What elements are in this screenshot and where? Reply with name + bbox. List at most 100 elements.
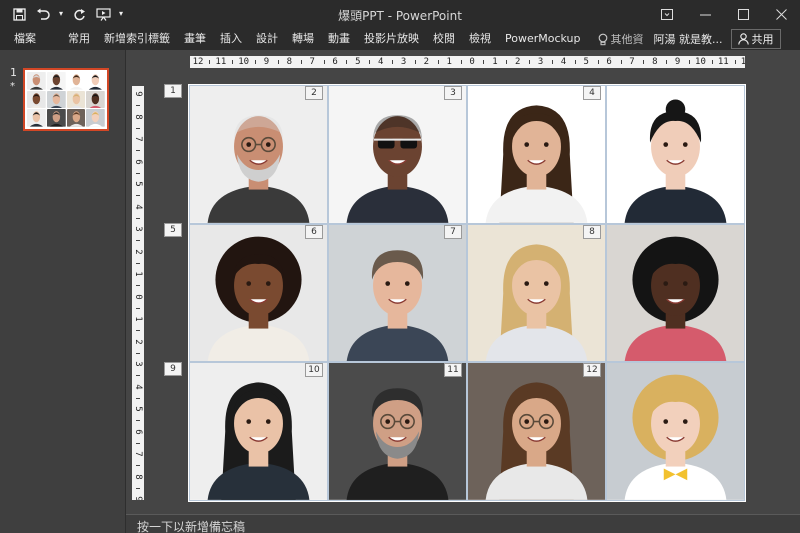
redo-icon[interactable] bbox=[68, 4, 90, 24]
ruler-mark: 12 bbox=[192, 57, 204, 67]
portrait-picture[interactable]: 3 bbox=[328, 85, 467, 224]
ruler-tick bbox=[620, 60, 622, 64]
tab-powermockup[interactable]: PowerMockup bbox=[498, 28, 588, 50]
slide-number: 1 bbox=[10, 66, 17, 79]
ruler-tick bbox=[136, 285, 140, 287]
share-button[interactable]: 共用 bbox=[730, 29, 781, 49]
ruler-mark: 9 bbox=[133, 91, 143, 97]
picture-label: 3 bbox=[444, 86, 462, 100]
ruler-mark: 12 bbox=[740, 57, 745, 67]
ruler-tick bbox=[136, 262, 140, 264]
portrait-picture[interactable]: 11 bbox=[328, 362, 467, 501]
ruler-tick bbox=[136, 375, 140, 377]
ruler-mark: 5 bbox=[133, 181, 143, 187]
vertical-ruler[interactable]: 9 8 7 6 5 4 3 2 1 0 1 2 3 4 5 6 7 8 9 bbox=[132, 86, 144, 500]
thumbnail-portrait bbox=[66, 109, 86, 127]
thumbnail-portrait bbox=[46, 109, 66, 127]
ruler-tick bbox=[392, 60, 394, 64]
ruler-tick bbox=[255, 60, 257, 64]
portrait-picture[interactable]: 6 bbox=[189, 223, 328, 363]
minimize-icon[interactable] bbox=[686, 0, 724, 28]
ruler-tick bbox=[437, 60, 439, 64]
ruler-mark: 2 bbox=[133, 338, 143, 345]
portrait-picture[interactable]: 2 bbox=[189, 85, 328, 224]
undo-icon[interactable] bbox=[32, 4, 54, 24]
ruler-mark: 10 bbox=[238, 57, 250, 67]
tab-home[interactable]: 常用 bbox=[61, 28, 97, 50]
ruler-mark: 0 bbox=[469, 57, 475, 67]
tab-design[interactable]: 設計 bbox=[249, 28, 285, 50]
ruler-tick bbox=[136, 105, 140, 107]
slide-thumbnail[interactable] bbox=[23, 68, 109, 131]
present-from-start-icon[interactable] bbox=[92, 4, 114, 24]
thumbnail-portrait bbox=[46, 90, 66, 109]
tell-me-box[interactable]: 其他資 bbox=[588, 31, 650, 47]
thumbnail-portrait bbox=[66, 72, 86, 90]
picture-label: 10 bbox=[305, 363, 323, 378]
undo-dropdown-icon[interactable]: ▾ bbox=[56, 4, 66, 24]
ruler-mark: 0 bbox=[133, 293, 143, 300]
tab-new-tab[interactable]: 新增索引標籤 bbox=[97, 28, 177, 50]
portrait-picture[interactable]: 12 bbox=[467, 362, 606, 501]
picture-label: 4 bbox=[583, 86, 601, 100]
portrait-picture[interactable] bbox=[606, 223, 745, 363]
ruler-mark: 8 bbox=[286, 57, 293, 67]
horizontal-ruler[interactable]: 1211109876543210123456789101112 bbox=[190, 56, 745, 68]
ruler-tick bbox=[529, 60, 531, 64]
ruler-tick bbox=[346, 60, 348, 64]
ruler-tick bbox=[552, 60, 553, 64]
tab-view[interactable]: 檢視 bbox=[462, 28, 498, 50]
tab-file[interactable]: 檔案 bbox=[0, 28, 43, 50]
ruler-mark: 9 bbox=[133, 496, 143, 500]
tab-draw[interactable]: 畫筆 bbox=[177, 28, 213, 50]
window-controls bbox=[648, 0, 800, 28]
ruler-tick bbox=[323, 60, 325, 64]
ruler-tick bbox=[689, 60, 691, 64]
portrait-picture[interactable] bbox=[606, 85, 745, 224]
thumbnail-portrait bbox=[27, 90, 46, 109]
ruler-mark: 9 bbox=[263, 57, 270, 67]
ruler-mark: 6 bbox=[606, 57, 612, 67]
ruler-mark: 5 bbox=[133, 406, 143, 412]
ruler-mark: 7 bbox=[133, 136, 143, 142]
picture-label-5: 5 bbox=[164, 223, 182, 237]
portrait-picture[interactable]: 4 bbox=[467, 85, 606, 224]
notes-pane[interactable]: 按一下以新增備忘稿 bbox=[126, 514, 800, 533]
picture-label-9: 9 bbox=[164, 362, 182, 376]
tab-review[interactable]: 校閱 bbox=[426, 28, 462, 50]
tab-insert[interactable]: 插入 bbox=[213, 28, 249, 50]
thumbnail-portrait bbox=[66, 90, 86, 109]
ruler-tick bbox=[300, 60, 302, 64]
ruler-tick bbox=[277, 60, 279, 64]
portrait-picture[interactable] bbox=[606, 362, 745, 501]
tab-animations[interactable]: 動畫 bbox=[321, 28, 357, 50]
ruler-tick bbox=[136, 217, 140, 219]
portrait-picture[interactable]: 7 bbox=[328, 223, 467, 363]
close-icon[interactable] bbox=[762, 0, 800, 28]
tab-transitions[interactable]: 轉場 bbox=[285, 28, 321, 50]
picture-label: 6 bbox=[305, 224, 323, 239]
ruler-tick bbox=[136, 307, 140, 309]
ruler-mark: 8 bbox=[652, 57, 658, 67]
ruler-tick bbox=[483, 60, 485, 64]
slide-canvas[interactable]: 2 3 4 6 7 8 10 11 12 bbox=[188, 84, 746, 502]
customize-qat-icon[interactable]: ▾ bbox=[116, 4, 126, 24]
slide-thumbnail-pane: 1 * bbox=[0, 50, 126, 533]
user-account[interactable]: 阿湯 就是教... bbox=[650, 31, 727, 47]
portrait-picture[interactable]: 10 bbox=[189, 362, 328, 501]
ribbon-display-icon[interactable] bbox=[648, 0, 686, 28]
ruler-mark: 3 bbox=[400, 57, 407, 67]
ruler-mark: 11 bbox=[717, 57, 729, 67]
ruler-mark: 3 bbox=[133, 226, 143, 232]
portrait-picture[interactable]: 8 bbox=[467, 223, 606, 363]
thumbnail-portrait bbox=[46, 72, 66, 90]
tab-slide-show[interactable]: 投影片放映 bbox=[357, 28, 426, 50]
save-icon[interactable] bbox=[8, 4, 30, 24]
ruler-tick bbox=[574, 60, 576, 64]
ruler-tick bbox=[643, 60, 645, 64]
maximize-icon[interactable] bbox=[724, 0, 762, 28]
thumbnail-portrait bbox=[86, 72, 105, 90]
ruler-mark: 2 bbox=[133, 248, 143, 255]
ruler-tick bbox=[136, 330, 140, 332]
ruler-tick bbox=[136, 240, 140, 242]
